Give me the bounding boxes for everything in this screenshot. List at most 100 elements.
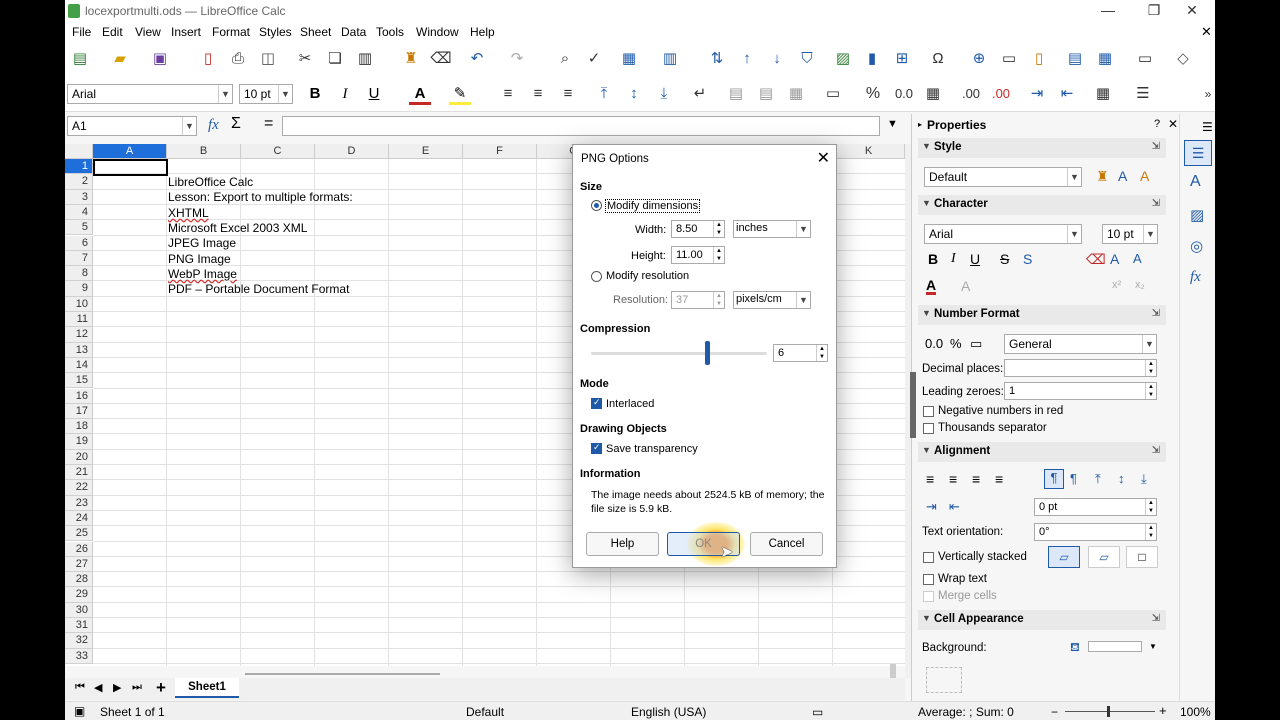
style-section-header[interactable]: ▼ Style ⇲ [918,138,1166,158]
percent-format-button[interactable]: % [862,83,884,105]
zoom-slider-thumb[interactable] [1107,706,1110,717]
row-header-7[interactable]: 7 [65,250,93,267]
cell-style-combo[interactable]: Default ▼ [924,167,1082,187]
spin-up-icon[interactable]: ▲ [713,247,724,255]
row-header-11[interactable]: 11 [65,312,93,328]
align-top-icon[interactable]: ⤒ [593,83,615,105]
row-header-19[interactable]: 19 [65,434,93,450]
row-icon[interactable]: ▦ [618,48,640,70]
sidebar-align-right-icon[interactable]: ≡ [972,471,980,487]
cell-b4[interactable]: XHTML [168,206,209,221]
selection-mode-icon[interactable]: ▭ [812,705,823,719]
menu-file[interactable]: File [72,25,91,39]
row-header-33[interactable]: 33 [65,648,93,664]
define-print-area-icon[interactable]: ▤ [1064,48,1086,70]
decimal-places-field[interactable]: ▲ ▼ [1004,359,1157,377]
help-button[interactable]: Help [586,532,659,556]
row-header-31[interactable]: 31 [65,618,93,634]
menu-help[interactable]: Help [470,25,495,39]
collapse-sidebar-icon[interactable]: ▸ [918,120,922,129]
undo-icon[interactable]: ↶ [466,48,488,70]
menu-sheet[interactable]: Sheet [300,25,331,39]
navigator-deck-icon[interactable]: ◎ [1190,237,1203,255]
cell-appearance-section-header[interactable]: ▼ Cell Appearance ⇲ [918,610,1166,630]
spin-up-icon[interactable]: ▲ [1145,499,1156,507]
insert-chart-icon[interactable]: ▮ [861,48,883,70]
menu-view[interactable]: View [135,25,161,39]
name-box[interactable]: A1 ▼ [67,116,197,136]
zoom-out-icon[interactable]: − [1051,705,1058,719]
dimension-unit-select[interactable]: inches ▼ [733,220,811,238]
decrease-font-size-icon[interactable]: A [1133,251,1142,266]
close-window-icon[interactable]: ✕ [1169,2,1215,20]
borders-icon[interactable]: ▦ [1092,83,1114,105]
sidebar-bold-icon[interactable]: B [928,251,938,267]
menu-format[interactable]: Format [212,25,250,39]
sidebar-menu-icon[interactable]: ☰ [1202,120,1213,134]
spin-up-icon[interactable]: ▲ [1145,360,1156,368]
sort-descending-icon[interactable]: ↓ [766,48,788,70]
first-sheet-icon[interactable]: ⏮ [75,681,85,694]
decrease-indent-icon[interactable]: ⇤ [1056,83,1078,105]
add-decimal-button[interactable]: .00 [957,83,985,105]
formula-input[interactable] [282,116,880,136]
modify-resolution-radio[interactable] [591,271,602,282]
height-field[interactable]: 11.00 ▲ ▼ [671,246,725,264]
last-sheet-icon[interactable]: ⏭ [132,681,142,694]
copy-icon[interactable]: ❏ [324,48,346,70]
cell-b5[interactable]: Microsoft Excel 2003 XML [168,221,307,236]
strikethrough-icon[interactable]: S [1000,251,1009,267]
date-format-icon[interactable]: ▦ [922,83,944,105]
clear-formatting-icon[interactable]: ⌫ [430,48,452,70]
cut-icon[interactable]: ✂ [294,48,316,70]
sidebar-resize-handle[interactable] [910,372,916,438]
horizontal-scrollbar[interactable] [245,673,440,675]
insert-image-icon[interactable]: ▨ [832,48,854,70]
menu-window[interactable]: Window [416,25,459,39]
sidebar-center-vertical-icon[interactable]: ↕ [1118,471,1125,486]
cell-b8[interactable]: WebP Image [168,267,237,282]
number-format-section-header[interactable]: ▼ Number Format ⇲ [918,305,1166,325]
cell-b6[interactable]: JPEG Image [168,236,236,251]
center-vertically-icon[interactable]: ↕ [623,83,645,105]
row-header-25[interactable]: 25 [65,526,93,542]
sidebar-underline-icon[interactable]: U [970,251,980,267]
spin-down-icon[interactable]: ▼ [713,300,724,308]
menu-insert[interactable]: Insert [171,25,201,39]
row-header-15[interactable]: 15 [65,373,93,389]
row-header-29[interactable]: 29 [65,587,93,603]
right-to-left-icon[interactable]: ¶ [1070,471,1077,486]
sidebar-align-center-icon[interactable]: ≡ [949,471,957,487]
percent-icon[interactable]: % [950,336,962,351]
shadow-icon[interactable]: S [1023,251,1032,267]
align-left-icon[interactable]: ≡ [497,83,519,105]
spin-down-icon[interactable]: ▼ [816,353,827,361]
sidebar-align-bottom-icon[interactable]: ⤓ [1141,471,1147,487]
modify-resolution-label[interactable]: Modify resolution [606,270,689,282]
row-header-9[interactable]: 9 [65,281,93,297]
background-color-swatch[interactable] [1088,641,1142,652]
row-header-28[interactable]: 28 [65,572,93,588]
character-section-header[interactable]: ▼ Character ⇲ [918,195,1166,215]
header-footer-icon[interactable]: ▯ [1028,48,1050,70]
autofilter-icon[interactable]: ⛉ [796,48,818,70]
negative-red-checkbox[interactable] [923,406,934,417]
properties-deck-icon[interactable]: ☰ [1184,140,1212,166]
clear-direct-formatting-icon[interactable]: ⌫ [1086,251,1106,268]
vertical-scrollbar-end[interactable] [890,664,896,678]
row-header-6[interactable]: 6 [65,235,93,251]
cell-b9[interactable]: PDF – Portable Document Format [168,282,349,297]
number-format-icon[interactable]: 0.0 [925,336,943,351]
orientation-standard-icon[interactable]: □ [1126,546,1158,568]
menu-edit[interactable]: Edit [102,25,123,39]
number-category-combo[interactable]: General ▼ [1004,334,1157,354]
zoom-level[interactable]: 100% [1180,705,1211,719]
freeze-rows-icon[interactable]: ▦ [1094,48,1116,70]
compression-field[interactable]: 6 ▲ ▼ [773,344,828,362]
spin-down-icon[interactable]: ▼ [1145,532,1156,540]
row-header-27[interactable]: 27 [65,556,93,573]
export-pdf-icon[interactable]: ▯ [197,48,219,70]
sort-ascending-icon[interactable]: ↑ [736,48,758,70]
row-header-17[interactable]: 17 [65,403,93,420]
save-transparency-checkbox[interactable] [591,442,602,454]
